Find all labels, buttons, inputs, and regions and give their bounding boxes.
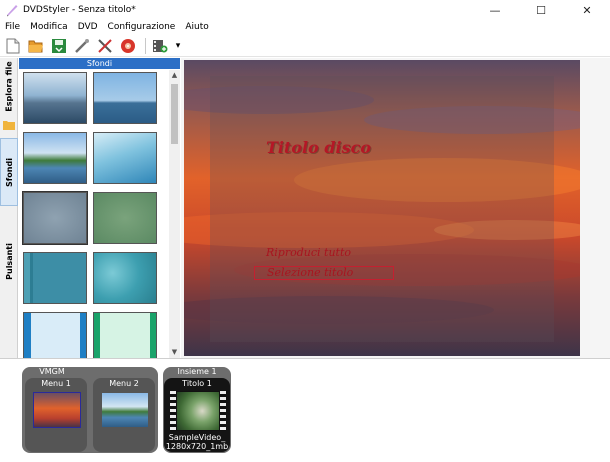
scroll-thumb[interactable] (171, 84, 178, 144)
background-thumb-teal-bars[interactable] (23, 252, 87, 304)
tools-button[interactable] (95, 36, 115, 56)
background-thumb-coast[interactable] (23, 72, 87, 124)
disc-title-text[interactable]: Titolo disco (266, 138, 371, 157)
titleset-manager: VMGM Menu 1 Menu 2 Insieme 1 Titolo 1 Sa… (0, 358, 610, 462)
settings-wand-icon (75, 38, 89, 53)
tab-buttons[interactable]: Pulsanti (0, 228, 18, 294)
background-thumb-green[interactable] (93, 192, 157, 244)
close-icon: ✕ (582, 3, 592, 17)
menu-1-label: Menu 1 (41, 379, 71, 388)
film-strip-left (170, 391, 176, 431)
side-tabs: Esplora file Sfondi Pulsanti (0, 58, 18, 358)
maximize-button[interactable]: ☐ (518, 0, 564, 20)
dvdstyler-app-icon (5, 3, 19, 17)
background-thumb-teal-texture[interactable] (93, 252, 157, 304)
maximize-icon: ☐ (536, 3, 546, 17)
titleset-1-label: Insieme 1 (177, 367, 217, 376)
menu-file[interactable]: File (0, 20, 25, 34)
menu-editor-area: Titolo disco Riproduci tutto Selezione t… (181, 58, 610, 358)
background-thumb-green-frame[interactable] (93, 312, 157, 358)
background-thumb-waves[interactable] (93, 132, 157, 184)
scroll-down-icon[interactable]: ▼ (169, 347, 180, 358)
backgrounds-panel: Sfondi ▲ ▼ (19, 58, 180, 358)
toolbar-separator (145, 37, 146, 54)
save-icon (52, 38, 66, 53)
burn-button[interactable] (118, 36, 138, 56)
new-button[interactable] (3, 36, 23, 56)
tab-buttons-label: Pulsanti (4, 242, 14, 280)
title-1-label: Titolo 1 (182, 379, 212, 388)
dropdown-arrow-icon: ▾ (175, 40, 181, 51)
tools-icon (98, 38, 112, 53)
video-frame (177, 392, 219, 430)
window-title: DVDStyler - Senza titolo* (23, 5, 136, 15)
minimize-button[interactable]: — (472, 0, 518, 20)
background-thumb-lake[interactable] (23, 132, 87, 184)
play-all-button[interactable]: Riproduci tutto (266, 246, 351, 259)
title-1-tile[interactable]: Titolo 1 SampleVideo_ 1280x720_1mb (164, 378, 230, 452)
add-file-dropdown[interactable]: ▾ (173, 36, 183, 56)
menu-1-tile[interactable]: Menu 1 (25, 378, 87, 452)
toolbar: ▾ (0, 35, 610, 57)
menu-help[interactable]: Aiuto (180, 20, 213, 34)
save-button[interactable] (49, 36, 69, 56)
panel-scrollbar[interactable]: ▲ ▼ (169, 70, 180, 358)
menu-1-thumbnail (33, 392, 81, 428)
open-folder-icon (28, 40, 43, 52)
add-file-icon (153, 39, 168, 52)
vmgm-label: VMGM (39, 367, 65, 376)
video-resolution: 1280x720_1mb (165, 442, 229, 451)
new-icon (6, 38, 20, 53)
tab-file-explorer[interactable]: Esplora file (0, 58, 18, 114)
tab-backgrounds[interactable]: Sfondi (0, 138, 18, 206)
burn-disc-icon (121, 38, 135, 53)
video-filename: SampleVideo_ (168, 433, 226, 442)
minimize-icon: — (489, 3, 501, 17)
safe-area-overlay (210, 76, 554, 342)
tab-file-explorer-label: Esplora file (4, 60, 14, 112)
menu-edit[interactable]: Modifica (25, 20, 73, 34)
vmgm-group: VMGM Menu 1 Menu 2 (22, 367, 158, 453)
video-thumbnail (170, 391, 226, 431)
background-thumb-ship[interactable] (93, 72, 157, 124)
settings-wand-button[interactable] (72, 36, 92, 56)
backgrounds-grid (19, 70, 169, 358)
window-controls: — ☐ ✕ (472, 0, 610, 20)
folder-icon (3, 121, 15, 130)
background-thumb-slate[interactable] (22, 191, 88, 245)
menu-configuration[interactable]: Configurazione (103, 20, 181, 34)
menu-bar: File Modifica DVD Configurazione Aiuto (0, 20, 610, 34)
scroll-up-icon[interactable]: ▲ (169, 70, 180, 81)
menu-2-label: Menu 2 (109, 379, 139, 388)
close-button[interactable]: ✕ (564, 0, 610, 20)
add-file-button[interactable] (150, 36, 170, 56)
menu-2-thumbnail (101, 392, 149, 428)
title-select-button[interactable]: Selezione titolo (254, 266, 394, 280)
film-strip-right (220, 391, 226, 431)
title-bar: DVDStyler - Senza titolo* — ☐ ✕ (0, 0, 610, 20)
folder-icon-tab[interactable] (0, 116, 18, 134)
menu-2-tile[interactable]: Menu 2 (93, 378, 155, 452)
titleset-1-group: Insieme 1 Titolo 1 SampleVideo_ 1280x720… (163, 367, 231, 453)
menu-dvd[interactable]: DVD (73, 20, 103, 34)
open-button[interactable] (26, 36, 46, 56)
menu-canvas[interactable]: Titolo disco Riproduci tutto Selezione t… (184, 60, 580, 356)
background-thumb-blue-frame[interactable] (23, 312, 87, 358)
tab-backgrounds-label: Sfondi (4, 157, 14, 187)
panel-header: Sfondi (19, 58, 180, 69)
